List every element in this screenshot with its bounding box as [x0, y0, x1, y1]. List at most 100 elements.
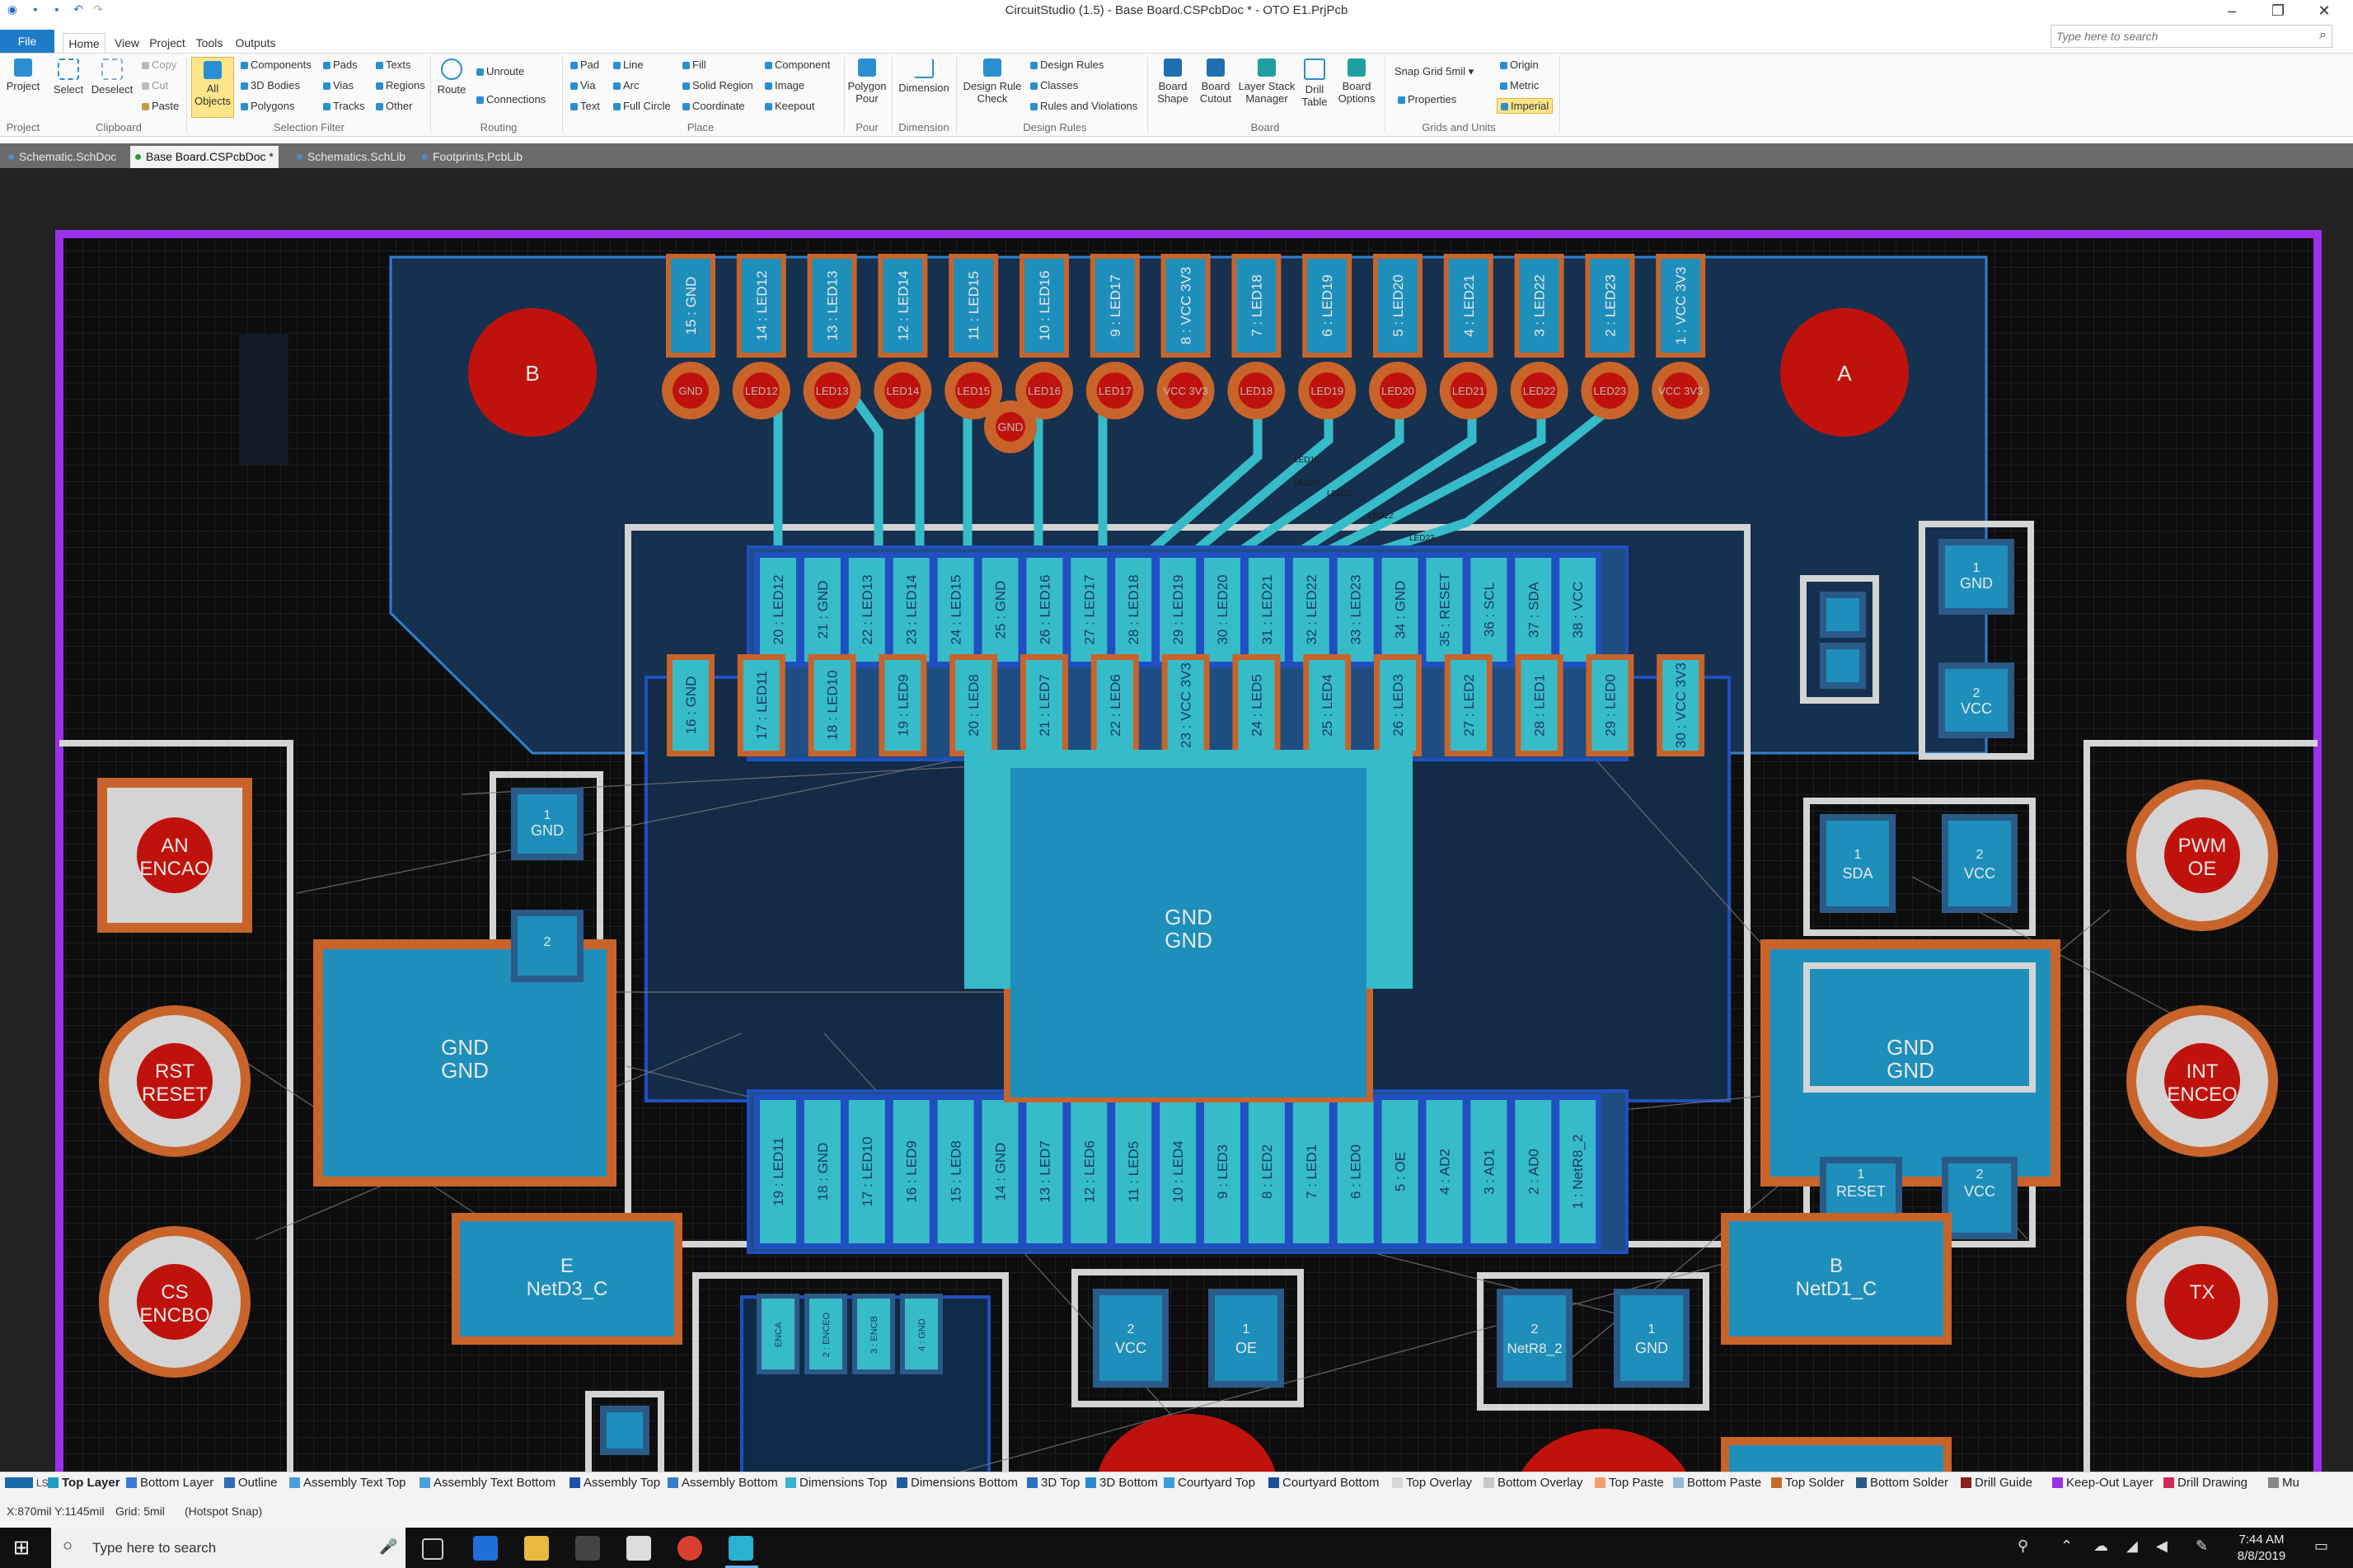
board-shape-button[interactable]: Board Shape: [1152, 59, 1193, 105]
place-arc-button[interactable]: Arc: [613, 79, 640, 91]
layer-tab[interactable]: Dimensions Top: [785, 1476, 887, 1490]
tray-chevron-icon[interactable]: ⌃: [2060, 1538, 2073, 1555]
place-coordinate-button[interactable]: Coordinate: [682, 100, 745, 112]
filter-polygons[interactable]: Polygons: [241, 100, 294, 112]
drill-table-button[interactable]: Drill Table: [1297, 59, 1332, 108]
place-keepout-button[interactable]: Keepout: [765, 100, 814, 112]
pcb-drawing[interactable]: LED19 LED20 LED21 LED22 LED23 B A 15 : G…: [0, 168, 2353, 1472]
r-sda-pad-1[interactable]: [1826, 821, 1889, 906]
layer-tab[interactable]: Top Paste: [1595, 1476, 1664, 1490]
mail-icon[interactable]: [626, 1536, 651, 1561]
layer-tab[interactable]: Assembly Top: [570, 1476, 660, 1490]
restore-icon[interactable]: ❐: [2255, 0, 2301, 22]
layer-tab[interactable]: LS: [5, 1476, 49, 1490]
layer-tab[interactable]: Bottom Paste: [1673, 1476, 1761, 1490]
layer-tab[interactable]: Top Layer: [48, 1476, 120, 1490]
layer-tab[interactable]: Courtyard Bottom: [1268, 1476, 1380, 1490]
task-view-icon[interactable]: [422, 1538, 443, 1560]
layer-tab[interactable]: Bottom Layer: [126, 1476, 213, 1490]
filter-components[interactable]: Components: [241, 59, 312, 71]
tab-home[interactable]: Home: [63, 33, 105, 54]
taskbar-search[interactable]: ○ Type here to search 🎤: [51, 1528, 405, 1568]
imperial-button[interactable]: Imperial: [1497, 98, 1554, 114]
ic-top-pins[interactable]: 20 : LED12 21 : GND 22 : LED13 23 : LED14 24…: [754, 552, 1602, 667]
polygon-pour-button[interactable]: Polygon Pour: [847, 59, 887, 105]
doc-tab-schematic[interactable]: Schematic.SchDoc: [3, 146, 121, 168]
route-button[interactable]: Route: [435, 59, 468, 96]
layer-tab[interactable]: Courtyard Top: [1164, 1476, 1255, 1490]
cut-button[interactable]: Cut: [142, 79, 168, 91]
edge-icon[interactable]: [473, 1536, 498, 1561]
place-via-button[interactable]: Via: [570, 79, 596, 91]
place-text-button[interactable]: Text: [570, 100, 600, 112]
connections-button[interactable]: Connections: [476, 93, 546, 105]
properties-button[interactable]: Properties: [1398, 93, 1456, 105]
design-rule-check-button[interactable]: Design Rule Check: [959, 59, 1025, 105]
header-connector[interactable]: 15 : GND GND 14 : LED12 LED12 13 : LED13 LED1…: [662, 254, 1710, 419]
filter-pads[interactable]: Pads: [323, 59, 358, 71]
origin-button[interactable]: Origin: [1500, 59, 1539, 71]
cap-oe-pad[interactable]: [1215, 1295, 1277, 1381]
windows-start-icon[interactable]: ⊞: [13, 1538, 35, 1559]
pcb-canvas[interactable]: LED19 LED20 LED21 LED22 LED23 B A 15 : G…: [0, 168, 2353, 1472]
minimize-icon[interactable]: –: [2209, 0, 2255, 22]
layer-tab[interactable]: Outline: [224, 1476, 278, 1490]
design-rules-button[interactable]: Design Rules: [1030, 59, 1104, 71]
place-image-button[interactable]: Image: [765, 79, 804, 91]
tab-file[interactable]: File: [0, 30, 54, 53]
project-button[interactable]: Project: [5, 59, 41, 92]
layer-tab[interactable]: Bottom Overlay: [1484, 1476, 1582, 1490]
rules-violations-button[interactable]: Rules and Violations: [1030, 100, 1137, 112]
board-cutout-button[interactable]: Board Cutout: [1195, 59, 1236, 105]
filter-tracks[interactable]: Tracks: [323, 100, 365, 112]
clock-date[interactable]: 8/8/2019: [2229, 1549, 2294, 1563]
tab-outputs[interactable]: Outputs: [232, 33, 279, 53]
layer-tab[interactable]: Assembly Text Top: [289, 1476, 406, 1490]
layer-tab[interactable]: Drill Drawing: [2163, 1476, 2248, 1490]
filter-regions[interactable]: Regions: [376, 79, 425, 91]
place-fill-button[interactable]: Fill: [682, 59, 706, 71]
layer-tab[interactable]: Top Solder: [1771, 1476, 1844, 1490]
pen-icon[interactable]: ✎: [2196, 1538, 2208, 1555]
metric-button[interactable]: Metric: [1500, 79, 1539, 91]
layer-stack-manager-button[interactable]: Layer Stack Manager: [1238, 59, 1296, 105]
paste-button[interactable]: Paste: [142, 100, 179, 112]
filter-texts[interactable]: Texts: [376, 59, 410, 71]
microphone-icon[interactable]: 🎤: [379, 1538, 397, 1556]
ic-second-pins[interactable]: 16 : GND 17 : LED11 18 : LED10 19 : LED9 20 …: [667, 654, 1705, 756]
volume-icon[interactable]: ◀: [2156, 1538, 2168, 1555]
clock-time[interactable]: 7:44 AM: [2229, 1533, 2294, 1547]
people-icon[interactable]: ⚲: [2018, 1538, 2028, 1555]
unroute-button[interactable]: Unroute: [476, 65, 524, 77]
circuitstudio-taskbar-icon[interactable]: [729, 1536, 753, 1561]
r8-pad-2[interactable]: [1503, 1295, 1566, 1381]
layer-tab[interactable]: 3D Bottom: [1085, 1476, 1158, 1490]
snap-grid-selector[interactable]: Snap Grid 5mil ▾: [1394, 65, 1474, 78]
layer-tab[interactable]: Dimensions Bottom: [897, 1476, 1018, 1490]
place-full-circle-button[interactable]: Full Circle: [613, 100, 671, 112]
ic-bottom-pins[interactable]: 19 : LED11 18 : GND 17 : LED10 16 : LED9 15 …: [754, 1094, 1602, 1249]
filter-3d-bodies[interactable]: 3D Bodies: [241, 79, 300, 91]
cloud-icon[interactable]: ☁: [2093, 1538, 2108, 1555]
r8-pad-1[interactable]: [1620, 1295, 1683, 1381]
filter-vias[interactable]: Vias: [323, 79, 354, 91]
notifications-icon[interactable]: ▭: [2314, 1538, 2328, 1555]
copy-button[interactable]: Copy: [142, 59, 176, 71]
board-options-button[interactable]: Board Options: [1334, 59, 1380, 105]
layer-tab[interactable]: Assembly Bottom: [668, 1476, 778, 1490]
place-line-button[interactable]: Line: [613, 59, 644, 71]
layer-tab[interactable]: Bottom Solder: [1856, 1476, 1948, 1490]
layer-tab[interactable]: Mu: [2268, 1476, 2299, 1490]
doc-tab-base-board[interactable]: Base Board.CSPcbDoc *: [130, 146, 279, 168]
layer-tab[interactable]: 3D Top: [1027, 1476, 1080, 1490]
tab-project[interactable]: Project: [148, 33, 186, 53]
r-sda-pad-2[interactable]: [1948, 821, 2011, 906]
doc-tab-schlib[interactable]: Schematics.SchLib: [292, 146, 410, 168]
deselect-button[interactable]: Deselect: [89, 59, 135, 96]
place-pad-button[interactable]: Pad: [570, 59, 599, 71]
layer-tab[interactable]: Drill Guide: [1961, 1476, 2032, 1490]
close-icon[interactable]: ✕: [2301, 0, 2347, 22]
tab-tools[interactable]: Tools: [193, 33, 226, 53]
place-component-button[interactable]: Component: [765, 59, 830, 71]
layer-tab[interactable]: Keep-Out Layer: [2052, 1476, 2154, 1490]
